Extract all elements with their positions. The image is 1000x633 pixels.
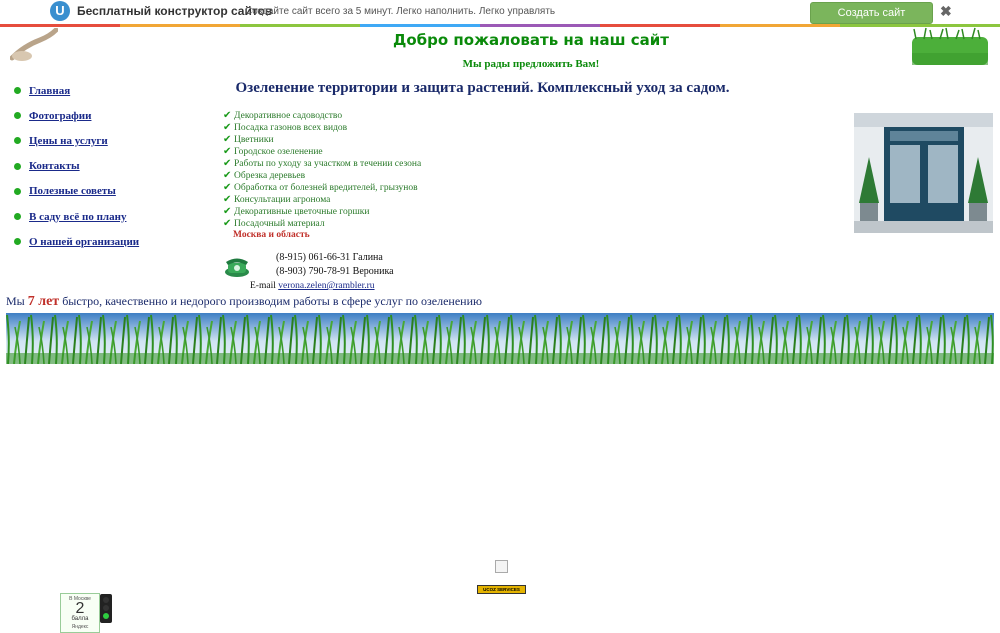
door-photo	[854, 113, 993, 233]
bullet-icon	[14, 162, 21, 170]
nav-link[interactable]: Контакты	[29, 160, 80, 172]
main-nav: Главная Фотографии Цены на услуги Контак…	[14, 78, 139, 254]
checkmark-icon: ✔	[223, 110, 232, 121]
checkmark-icon: ✔	[223, 182, 232, 193]
email-label: E-mail	[250, 281, 276, 291]
service-label: Работы по уходу за участком в течении се…	[234, 159, 422, 169]
bullet-icon	[14, 187, 21, 195]
service-label: Цветники	[234, 135, 274, 145]
list-item: ✔ Обрезка деревьев	[223, 170, 421, 182]
nav-item-tips[interactable]: Полезные советы	[14, 179, 139, 204]
service-label: Консультации агронома	[234, 195, 331, 205]
traffic-light-icon	[100, 594, 112, 623]
list-item: ✔ Городское озеленение	[223, 146, 421, 158]
checkmark-icon: ✔	[223, 134, 232, 145]
nav-link[interactable]: Главная	[29, 85, 70, 97]
slogan-before: Мы	[6, 294, 25, 308]
years-slogan: Мы 7 лет быстро, качественно и недорого …	[6, 294, 482, 310]
service-label: Обработка от болезней вредителей, грызун…	[234, 183, 418, 193]
nav-item-home[interactable]: Главная	[14, 78, 139, 103]
rating-unit: балла	[71, 616, 89, 622]
checkmark-icon: ✔	[223, 218, 232, 229]
service-label: Посадка газонов всех видов	[234, 123, 348, 133]
create-site-button[interactable]: Создать сайт бесплатно	[810, 2, 933, 39]
promo-bar: U Бесплатный конструктор сайтов Создайте…	[0, 0, 1000, 39]
checkmark-icon: ✔	[223, 206, 232, 217]
promo-slogan: Создайте сайт всего за 5 минут. Легко на…	[245, 6, 556, 17]
email-link[interactable]: verona.zelen@rambler.ru	[278, 281, 374, 291]
rating-more: Яндекс	[71, 624, 89, 630]
list-item: ✔ Декоративное садоводство	[223, 110, 421, 122]
list-item: ✔ Работы по уходу за участком в течении с…	[223, 158, 421, 170]
list-item: ✔ Обработка от болезней вредителей, грызу…	[223, 182, 421, 194]
bullet-icon	[14, 137, 21, 145]
list-item: ✔ Декоративные цветочные горшки	[223, 206, 421, 218]
slogan-after: быстро, качественно и недорого производи…	[62, 294, 482, 308]
bullet-icon	[14, 238, 21, 246]
nav-link[interactable]: О нашей организации	[29, 236, 139, 248]
checkmark-icon: ✔	[223, 146, 232, 157]
region-text: Москва и область	[233, 230, 310, 240]
phone-2: (8-903) 790-78-91 Вероника	[276, 266, 394, 277]
service-label: Декоративное садоводство	[234, 111, 343, 121]
service-label: Городское озеленение	[234, 147, 323, 157]
list-item: ✔ Консультации агронома	[223, 194, 421, 206]
rating-value: 2	[75, 600, 85, 617]
broken-image-icon	[495, 560, 508, 573]
bullet-icon	[14, 112, 21, 120]
list-item: ✔ Посадочный материал	[223, 218, 421, 230]
nav-link[interactable]: Цены на услуги	[29, 135, 108, 147]
offer-text: Мы рады предложить Вам!	[462, 58, 600, 70]
nav-link[interactable]: Полезные советы	[29, 185, 116, 197]
bullet-icon	[14, 87, 21, 95]
list-item: ✔ Цветники	[223, 134, 421, 146]
rating-widget[interactable]: В Москве 2 балла Яндекс	[60, 593, 100, 633]
checkmark-icon: ✔	[223, 158, 232, 169]
nav-item-contacts[interactable]: Контакты	[14, 154, 139, 179]
checkmark-icon: ✔	[223, 194, 232, 205]
service-label: Обрезка деревьев	[234, 171, 306, 181]
checkmark-icon: ✔	[223, 170, 232, 181]
nav-item-prices[interactable]: Цены на услуги	[14, 128, 139, 153]
nav-item-photos[interactable]: Фотографии	[14, 103, 139, 128]
ucoz-services-badge[interactable]: UCOZ SERVICES	[477, 585, 526, 594]
color-stripe	[0, 24, 1000, 27]
ucoz-logo-icon[interactable]: U	[50, 1, 70, 21]
services-list: ✔ Декоративное садоводство ✔ Посадка газон…	[223, 110, 421, 230]
slogan-years: 7 лет	[27, 294, 60, 309]
list-item: ✔ Посадка газонов всех видов	[223, 122, 421, 134]
checkmark-icon: ✔	[223, 122, 232, 133]
nav-item-garden-plan[interactable]: В саду всё по плану	[14, 204, 139, 229]
phone-1: (8-915) 061-66-31 Галина	[276, 252, 383, 263]
nav-link[interactable]: Фотографии	[29, 110, 91, 122]
phone-icon	[225, 258, 249, 277]
nav-item-about[interactable]: О нашей организации	[14, 229, 139, 254]
welcome-title: Добро пожаловать на наш сайт	[393, 31, 669, 49]
grass-banner	[6, 313, 994, 364]
close-icon[interactable]: ✖	[940, 3, 952, 20]
bullet-icon	[14, 213, 21, 221]
page-headline: Озеленение территории и защита растений.…	[235, 80, 730, 96]
service-label: Декоративные цветочные горшки	[234, 207, 370, 217]
service-label: Посадочный материал	[234, 219, 325, 229]
email-line: E-mail verona.zelen@rambler.ru	[250, 281, 375, 291]
nav-link[interactable]: В саду всё по плану	[29, 211, 126, 223]
promo-brand[interactable]: Бесплатный конструктор сайтов	[77, 4, 272, 18]
